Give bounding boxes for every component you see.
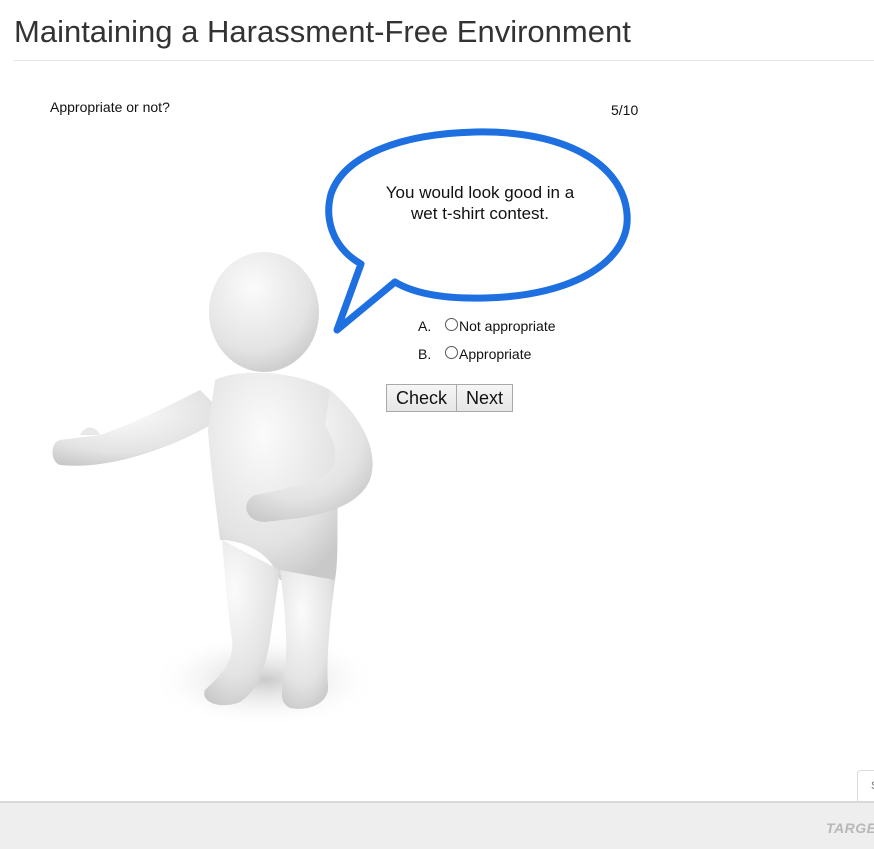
- quiz-actions: Check Next: [386, 384, 514, 412]
- option-a-radio[interactable]: [445, 317, 458, 331]
- speech-line-1: You would look good in a: [385, 183, 575, 202]
- speech-bubble-text: You would look good in a wet t-shirt con…: [362, 182, 598, 224]
- footer-logo: TARGE: [826, 820, 874, 836]
- question-progress: 5/10: [611, 102, 639, 118]
- option-b[interactable]: B. Appropriate: [418, 340, 556, 368]
- footer-bar: TARGE: [0, 801, 874, 849]
- side-tab[interactable]: S: [857, 770, 874, 804]
- option-b-letter: B.: [418, 346, 432, 362]
- option-b-label[interactable]: Appropriate: [459, 346, 531, 362]
- question-prompt: Appropriate or not?: [50, 99, 170, 115]
- speech-line-2: wet t-shirt contest.: [411, 204, 549, 223]
- option-b-radio[interactable]: [445, 345, 458, 359]
- option-a[interactable]: A. Not appropriate: [418, 312, 556, 340]
- answer-options: A. Not appropriate B. Appropriate: [418, 312, 556, 368]
- title-divider: [14, 60, 874, 61]
- option-a-letter: A.: [418, 318, 432, 334]
- speech-bubble: [325, 128, 631, 334]
- next-button[interactable]: Next: [457, 384, 514, 412]
- page-title: Maintaining a Harassment-Free Environmen…: [14, 14, 631, 49]
- option-a-label[interactable]: Not appropriate: [459, 318, 556, 334]
- check-button[interactable]: Check: [386, 384, 458, 412]
